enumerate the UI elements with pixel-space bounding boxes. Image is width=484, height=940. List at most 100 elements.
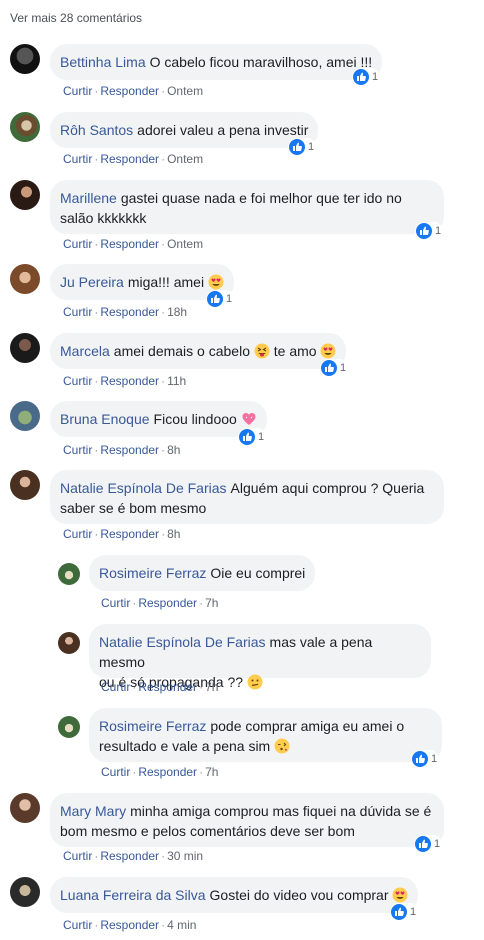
like-reaction[interactable]: 1 — [414, 835, 443, 853]
reply-link[interactable]: Responder — [100, 84, 159, 98]
reply-avatar[interactable] — [58, 716, 80, 738]
like-icon — [239, 429, 255, 445]
comment-time[interactable]: Ontem — [167, 152, 203, 166]
like-reaction[interactable]: 1 — [390, 903, 419, 921]
comment-time[interactable]: 11h — [167, 374, 186, 388]
reply-avatar[interactable] — [58, 632, 80, 654]
reply-link[interactable]: Responder — [138, 596, 197, 610]
avatar[interactable] — [10, 44, 40, 74]
comment-author[interactable]: Bruna Enoque — [60, 411, 150, 427]
like-link[interactable]: Curtir — [63, 152, 92, 166]
reply-author[interactable]: Natalie Espínola De Farias — [99, 634, 266, 650]
reply-link[interactable]: Responder — [100, 443, 159, 457]
comment-bubble: Mary Mary minha amiga comprou mas fiquei … — [50, 793, 444, 847]
like-link[interactable]: Curtir — [101, 680, 130, 694]
reply-link[interactable]: Responder — [100, 527, 159, 541]
reply-link[interactable]: Responder — [100, 849, 159, 863]
comment-text: Ficou lindooo — [153, 411, 237, 427]
like-reaction[interactable]: 1 — [320, 359, 349, 377]
reply-time[interactable]: 7h — [205, 596, 218, 610]
reply-link[interactable]: Responder — [100, 918, 159, 932]
comment-actions: Curtir · Responder · Ontem — [63, 237, 204, 251]
more-comments-link[interactable]: Ver mais 28 comentários — [10, 11, 142, 25]
reply-author[interactable]: Rosimeire Ferraz — [99, 718, 206, 734]
like-count: 1 — [410, 906, 417, 918]
comment-text: amei demais o cabelo — [113, 343, 250, 359]
like-icon — [415, 836, 431, 852]
avatar[interactable] — [10, 264, 40, 294]
like-link[interactable]: Curtir — [63, 305, 92, 319]
comment-author[interactable]: Mary Mary — [60, 803, 126, 819]
avatar[interactable] — [10, 401, 40, 431]
comment-bubble: Luana Ferreira da Silva Gostei do video v… — [50, 877, 419, 913]
like-reaction[interactable]: 1 — [411, 750, 440, 768]
reply-link[interactable]: Responder — [100, 374, 159, 388]
avatar[interactable] — [10, 470, 40, 500]
comment-bubble: Bettinha Lima O cabelo ficou maravilhoso,… — [50, 44, 383, 80]
avatar[interactable] — [10, 112, 40, 142]
like-icon — [412, 751, 428, 767]
comment-text: minha amiga comprou mas fiquei na dúvida… — [130, 803, 432, 819]
like-reaction[interactable]: 1 — [288, 138, 317, 156]
reply-actions: Curtir · Responder · 7h — [101, 680, 219, 694]
comment-author[interactable]: Marcela — [60, 343, 110, 359]
avatar[interactable] — [10, 333, 40, 363]
like-link[interactable]: Curtir — [63, 374, 92, 388]
sparkling-heart-emoji-icon — [242, 413, 256, 425]
comment-actions: Curtir · Responder · 4 min — [63, 918, 197, 932]
avatar[interactable] — [10, 793, 40, 823]
comment-author[interactable]: Luana Ferreira da Silva — [60, 887, 206, 903]
like-link[interactable]: Curtir — [63, 443, 92, 457]
like-link[interactable]: Curtir — [63, 237, 92, 251]
reply-time[interactable]: 7h — [205, 680, 218, 694]
reply-link[interactable]: Responder — [100, 305, 159, 319]
comment-time[interactable]: 8h — [167, 527, 180, 541]
comment-time[interactable]: 30 min — [167, 849, 203, 863]
comment-time[interactable]: Ontem — [167, 237, 203, 251]
avatar[interactable] — [10, 180, 40, 210]
like-icon — [207, 291, 223, 307]
comment-time[interactable]: Ontem — [167, 84, 203, 98]
heart-eyes-emoji-icon — [392, 887, 408, 903]
like-icon — [391, 904, 407, 920]
like-count: 1 — [258, 431, 265, 443]
like-reaction[interactable]: 1 — [238, 428, 267, 446]
like-link[interactable]: Curtir — [101, 765, 130, 779]
comment-time[interactable]: 18h — [167, 305, 187, 319]
comment-author[interactable]: Ju Pereira — [60, 274, 124, 290]
comment-actions: Curtir · Responder · 11h — [63, 374, 187, 388]
reply-time[interactable]: 7h — [205, 765, 218, 779]
comment-author[interactable]: Natalie Espínola De Farias — [60, 480, 227, 496]
reply-link[interactable]: Responder — [100, 237, 159, 251]
comment-author[interactable]: Rôh Santos — [60, 122, 133, 138]
comment-time[interactable]: 8h — [167, 443, 180, 457]
like-reaction[interactable]: 1 — [206, 290, 235, 308]
comment-text: adorei valeu a pena investir — [137, 122, 309, 138]
comment-time[interactable]: 4 min — [167, 918, 196, 932]
reply-avatar[interactable] — [58, 563, 80, 585]
like-link[interactable]: Curtir — [63, 849, 92, 863]
tongue-wink-emoji-icon — [254, 343, 270, 359]
reply-link[interactable]: Responder — [100, 152, 159, 166]
avatar[interactable] — [10, 877, 40, 907]
like-reaction[interactable]: 1 — [415, 222, 444, 240]
comment-bubble: Rôh Santos adorei valeu a pena investir — [50, 112, 319, 148]
like-link[interactable]: Curtir — [63, 918, 92, 932]
like-link[interactable]: Curtir — [63, 84, 92, 98]
comment-author[interactable]: Bettinha Lima — [60, 54, 146, 70]
comment-author[interactable]: Marillene — [60, 190, 117, 206]
comment-bubble: Marillene gastei quase nada e foi melhor … — [50, 180, 444, 234]
comment-bubble: Natalie Espínola De Farias Alguém aqui co… — [50, 470, 444, 524]
like-count: 1 — [434, 838, 441, 850]
like-count: 1 — [431, 753, 438, 765]
like-reaction[interactable]: 1 — [352, 68, 381, 86]
like-count: 1 — [226, 293, 233, 305]
heart-eyes-emoji-icon — [208, 274, 224, 290]
like-link[interactable]: Curtir — [101, 596, 130, 610]
like-link[interactable]: Curtir — [63, 527, 92, 541]
like-count: 1 — [340, 362, 347, 374]
reply-author[interactable]: Rosimeire Ferraz — [99, 565, 206, 581]
reply-link[interactable]: Responder — [138, 680, 197, 694]
reply-link[interactable]: Responder — [138, 765, 197, 779]
comment-text-line2: saber se é bom mesmo — [60, 500, 207, 516]
